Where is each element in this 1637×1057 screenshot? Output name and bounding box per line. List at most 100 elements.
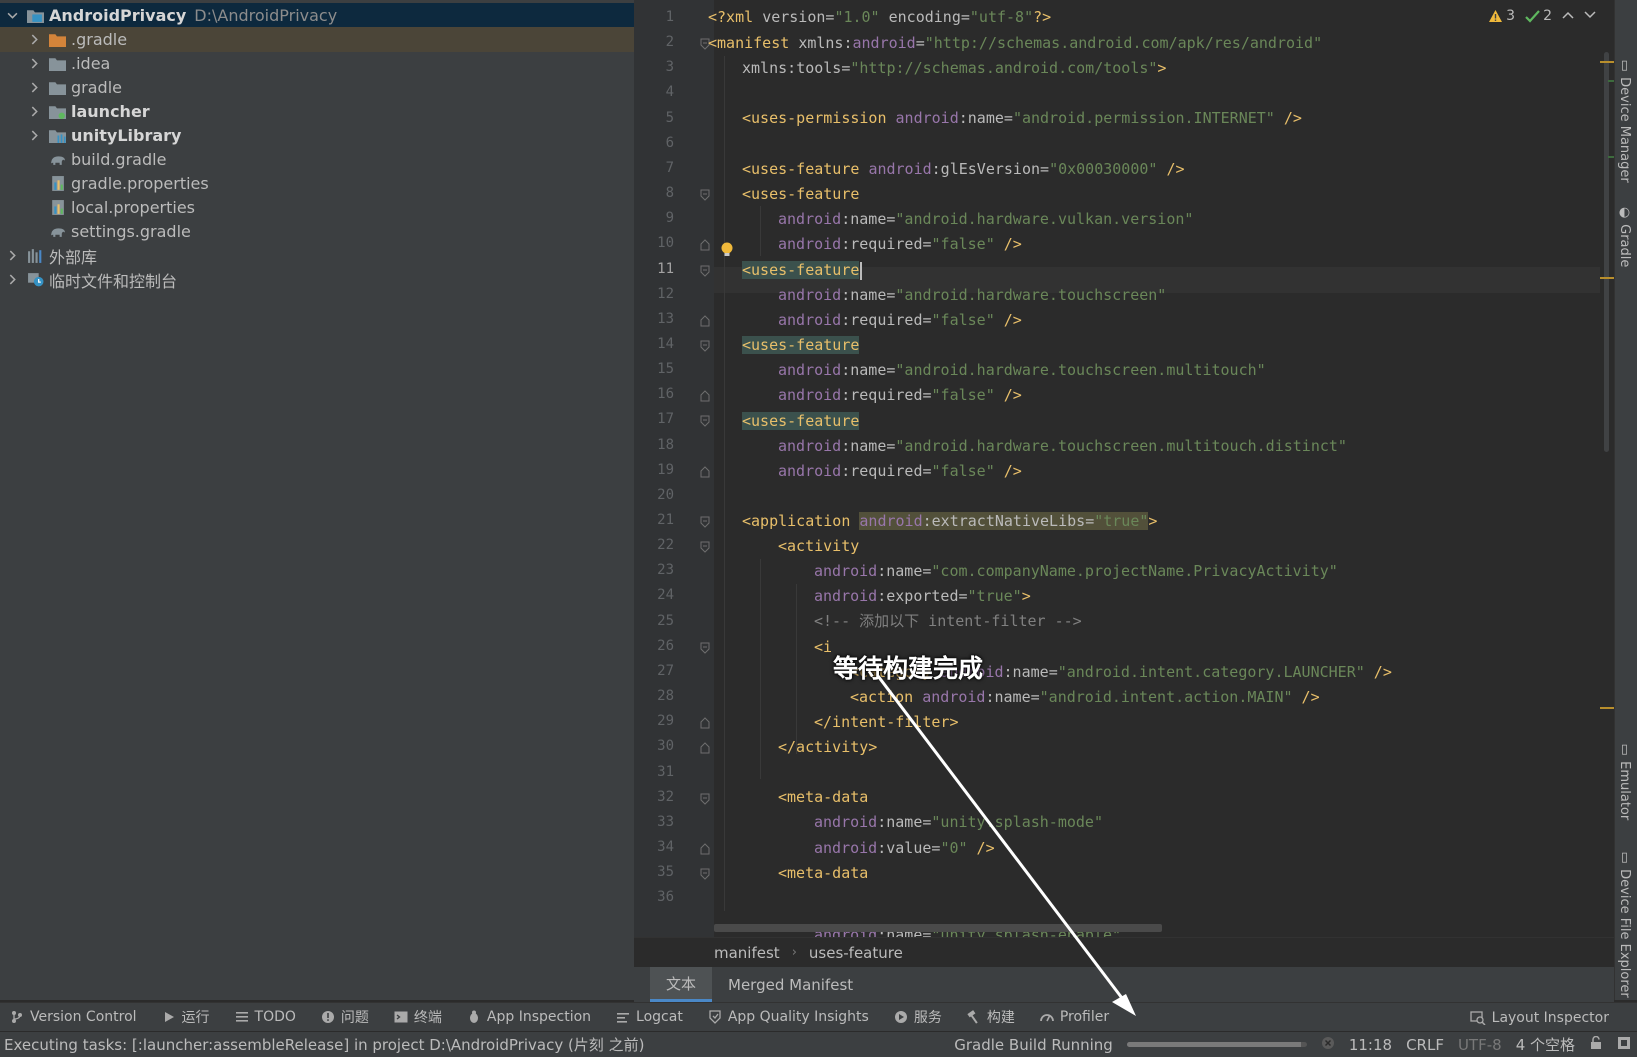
code-line-15[interactable]: android:name="android.hardware.touchscre… — [778, 357, 1266, 383]
file-encoding[interactable]: UTF-8 — [1458, 1036, 1502, 1054]
tool-window-problems[interactable]: 问题 — [321, 1007, 369, 1027]
line-number[interactable]: 15 — [634, 356, 674, 382]
code-line-29[interactable]: </intent-filter> — [814, 709, 959, 735]
line-number[interactable]: 21 — [634, 507, 674, 533]
tree-item-local-properties[interactable]: local.properties — [0, 195, 634, 220]
tool-window-logcat[interactable]: Logcat — [616, 1009, 683, 1025]
caret-position[interactable]: 11:18 — [1349, 1036, 1392, 1054]
fold-open-icon[interactable] — [700, 338, 710, 352]
line-number[interactable]: 14 — [634, 331, 674, 357]
tree-item-gradle-properties[interactable]: gradle.properties — [0, 171, 634, 196]
line-number[interactable]: 22 — [634, 532, 674, 558]
cancel-build-icon[interactable] — [1321, 1036, 1335, 1054]
warning-mark[interactable] — [1600, 277, 1614, 279]
fold-open-icon[interactable] — [700, 791, 710, 805]
line-number[interactable]: 24 — [634, 582, 674, 608]
chevron-right-icon[interactable] — [5, 249, 19, 263]
tool-window-terminal[interactable]: 终端 — [394, 1007, 442, 1027]
code-line-17[interactable]: <uses-feature — [742, 408, 860, 434]
line-number[interactable]: 30 — [634, 733, 674, 759]
fold-open-icon[interactable] — [700, 187, 710, 201]
line-number[interactable]: 34 — [634, 834, 674, 860]
line-number[interactable]: 18 — [634, 432, 674, 458]
tab-merged-manifest[interactable]: Merged Manifest — [712, 967, 869, 1002]
line-number[interactable]: 19 — [634, 457, 674, 483]
code-line-25[interactable]: <!-- 添加以下 intent-filter --> — [814, 608, 1082, 634]
chevron-down-icon[interactable] — [5, 9, 19, 23]
code-line-26[interactable]: <i — [814, 634, 832, 660]
tool-tab-device-file-explorer[interactable]: ▯ Device File Explorer — [1617, 850, 1632, 998]
fold-end-icon[interactable] — [700, 313, 710, 327]
fold-open-icon[interactable] — [700, 413, 710, 428]
code-line-3[interactable]: xmlns:tools="http://schemas.android.com/… — [742, 55, 1166, 81]
code-line-34[interactable]: android:value="0" /> — [814, 835, 995, 861]
code-line-19[interactable]: android:required="false" /> — [778, 458, 1022, 484]
tool-window-build[interactable]: 构建 — [967, 1007, 1015, 1027]
tree-item-dot-idea[interactable]: .idea — [0, 51, 634, 76]
fold-end-icon[interactable] — [700, 715, 710, 729]
intention-lightbulb-icon[interactable] — [720, 241, 734, 259]
code-line-9[interactable]: android:name="android.hardware.vulkan.ve… — [778, 206, 1193, 232]
breadcrumb-item-manifest[interactable]: manifest — [714, 944, 780, 962]
line-separator[interactable]: CRLF — [1406, 1036, 1444, 1054]
line-number[interactable]: 1 — [634, 4, 674, 30]
tab-text[interactable]: 文本 — [650, 967, 713, 1002]
chevron-right-icon[interactable] — [27, 129, 41, 143]
line-number[interactable]: 33 — [634, 809, 674, 835]
line-number[interactable]: 8 — [634, 180, 674, 206]
line-number[interactable]: 32 — [634, 784, 674, 810]
indent-setting[interactable]: 4 个空格 — [1516, 1034, 1575, 1055]
vertical-scrollbar-thumb[interactable] — [1604, 52, 1609, 452]
chevron-down-icon[interactable] — [1584, 8, 1596, 24]
line-number[interactable]: 17 — [634, 406, 674, 432]
tree-scratches-consoles[interactable]: 临时文件和控制台 — [0, 267, 634, 292]
warning-mark[interactable] — [1600, 61, 1614, 63]
chevron-right-icon[interactable] — [5, 273, 19, 287]
code-line-33[interactable]: android:name="unity.splash-mode" — [814, 809, 1103, 835]
line-number[interactable]: 29 — [634, 708, 674, 734]
breadcrumb-item-uses-feature[interactable]: uses-feature — [809, 944, 903, 962]
line-number[interactable]: 20 — [634, 482, 674, 508]
line-number[interactable]: 2 — [634, 29, 674, 55]
line-number[interactable]: 25 — [634, 608, 674, 634]
code-line-30[interactable]: </activity> — [778, 734, 877, 760]
line-number[interactable]: 26 — [634, 633, 674, 659]
warnings-counter[interactable]: 3 — [1488, 8, 1515, 24]
code-line-23[interactable]: android:name="com.companyName.projectNam… — [814, 558, 1338, 584]
typos-counter[interactable]: 2 — [1525, 8, 1552, 24]
tree-item-build-gradle[interactable]: build.gradle — [0, 147, 634, 172]
code-line-12[interactable]: android:name="android.hardware.touchscre… — [778, 282, 1166, 308]
fold-open-icon[interactable] — [700, 640, 710, 654]
error-stripe[interactable] — [1600, 0, 1614, 937]
fold-open-icon[interactable] — [700, 263, 710, 277]
tool-window-app-inspection[interactable]: App Inspection — [467, 1009, 591, 1025]
chevron-right-icon[interactable] — [27, 57, 41, 71]
line-number[interactable]: 11 — [634, 256, 674, 282]
tool-window-profiler[interactable]: Profiler — [1039, 1009, 1109, 1025]
line-number[interactable]: 23 — [634, 557, 674, 583]
chevron-right-icon[interactable] — [27, 33, 41, 47]
tool-tab-gradle[interactable]: ◐ Gradle — [1617, 205, 1632, 267]
fold-open-icon[interactable] — [700, 866, 710, 880]
line-number[interactable]: 7 — [634, 155, 674, 181]
line-number[interactable]: 4 — [634, 79, 674, 105]
tool-window-layout-inspector[interactable]: Layout Inspector — [1469, 1003, 1609, 1032]
code-line-18[interactable]: android:name="android.hardware.touchscre… — [778, 433, 1347, 459]
line-number[interactable]: 5 — [634, 105, 674, 131]
line-number[interactable]: 28 — [634, 683, 674, 709]
warning-mark[interactable] — [1600, 707, 1614, 709]
code-line-10[interactable]: android:required="false" /> — [778, 231, 1022, 257]
tool-window-run[interactable]: 运行 — [162, 1007, 210, 1027]
line-number[interactable]: 10 — [634, 230, 674, 256]
tool-tab-device-manager[interactable]: ▯ Device Manager — [1617, 58, 1632, 183]
tool-tab-emulator[interactable]: ▯ Emulator — [1617, 742, 1632, 820]
line-number[interactable]: 6 — [634, 130, 674, 156]
line-number[interactable]: 9 — [634, 205, 674, 231]
line-number[interactable]: 3 — [634, 54, 674, 80]
inspection-widget[interactable]: 3 2 — [1488, 8, 1596, 24]
code-line-5[interactable]: <uses-permission android:name="android.p… — [742, 105, 1302, 131]
tree-item-settings-gradle[interactable]: settings.gradle — [0, 219, 634, 244]
fold-end-icon[interactable] — [700, 740, 710, 754]
tool-window-todo[interactable]: TODO — [235, 1009, 296, 1025]
tree-item-dot-gradle[interactable]: .gradle — [0, 27, 634, 52]
